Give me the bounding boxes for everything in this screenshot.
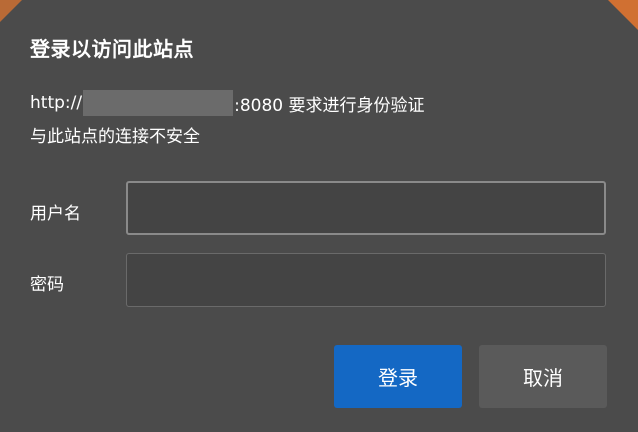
corner-decoration	[608, 0, 638, 30]
password-input[interactable]	[126, 253, 606, 307]
security-notice: 与此站点的连接不安全	[30, 127, 200, 147]
login-button[interactable]: 登录	[334, 345, 462, 408]
corner-decoration-left	[0, 0, 22, 22]
username-label: 用户名	[30, 204, 81, 224]
cancel-button[interactable]: 取消	[479, 345, 607, 408]
url-prefix: http://	[30, 93, 83, 113]
auth-request-text: http:// :8080 要求进行身份验证	[30, 90, 425, 116]
auth-dialog: 登录以访问此站点 http:// :8080 要求进行身份验证 与此站点的连接不…	[0, 0, 638, 432]
dialog-title: 登录以访问此站点	[30, 37, 194, 61]
password-label: 密码	[30, 275, 64, 295]
redacted-host	[83, 90, 234, 116]
username-input[interactable]	[126, 181, 606, 235]
url-suffix: :8080 要求进行身份验证	[234, 95, 425, 116]
